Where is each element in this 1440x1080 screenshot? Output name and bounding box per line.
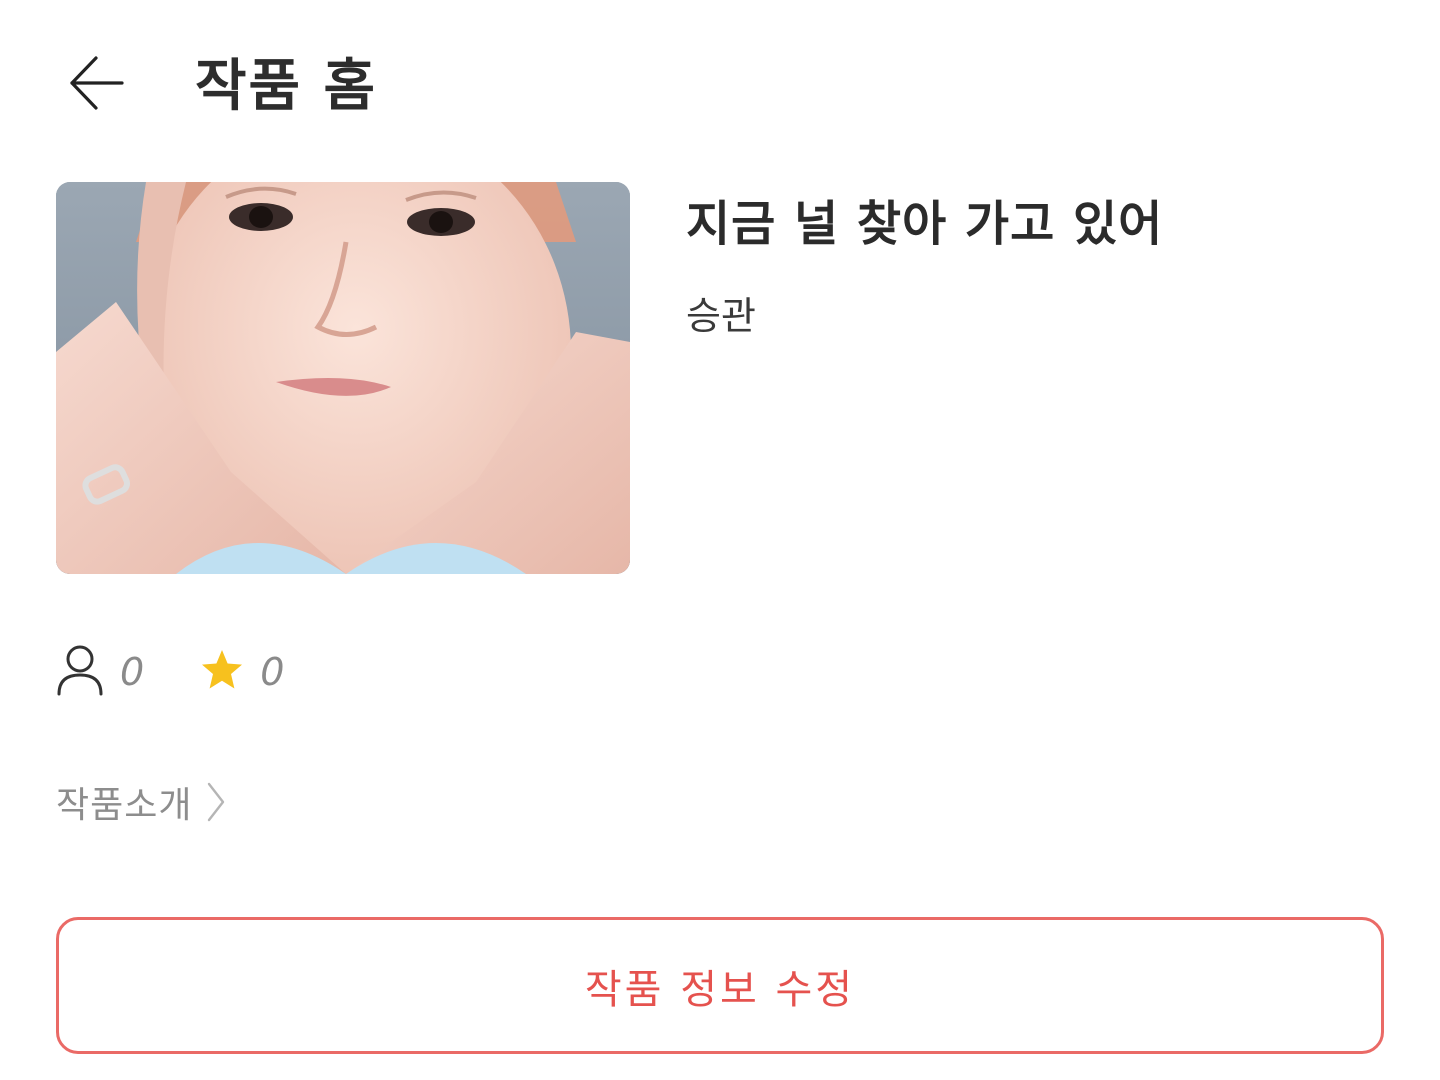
back-button[interactable] — [56, 45, 136, 125]
cover-image — [56, 182, 630, 574]
page-title: 작품 홈 — [195, 54, 378, 119]
work-intro-label: 작품소개 — [56, 785, 193, 826]
edit-work-info-button[interactable]: 작품 정보 수정 — [56, 917, 1384, 1054]
arrow-left-icon — [66, 53, 126, 117]
star-icon — [200, 648, 244, 696]
favorites-count: 0 — [260, 650, 285, 694]
readers-count: 0 — [120, 650, 145, 694]
favorites-stat: 0 — [200, 648, 284, 696]
app-header: 작품 홈 — [0, 0, 1440, 175]
work-intro-link[interactable]: 작품소개 — [56, 772, 226, 832]
person-icon — [56, 644, 104, 700]
work-stats: 0 0 — [56, 640, 284, 704]
work-author: 승관 — [686, 294, 756, 338]
edit-work-info-label: 작품 정보 수정 — [584, 966, 856, 1013]
chevron-right-icon — [206, 781, 226, 823]
readers-stat: 0 — [56, 644, 144, 700]
work-title: 지금 널 찾아 가고 있어 — [686, 196, 1164, 252]
